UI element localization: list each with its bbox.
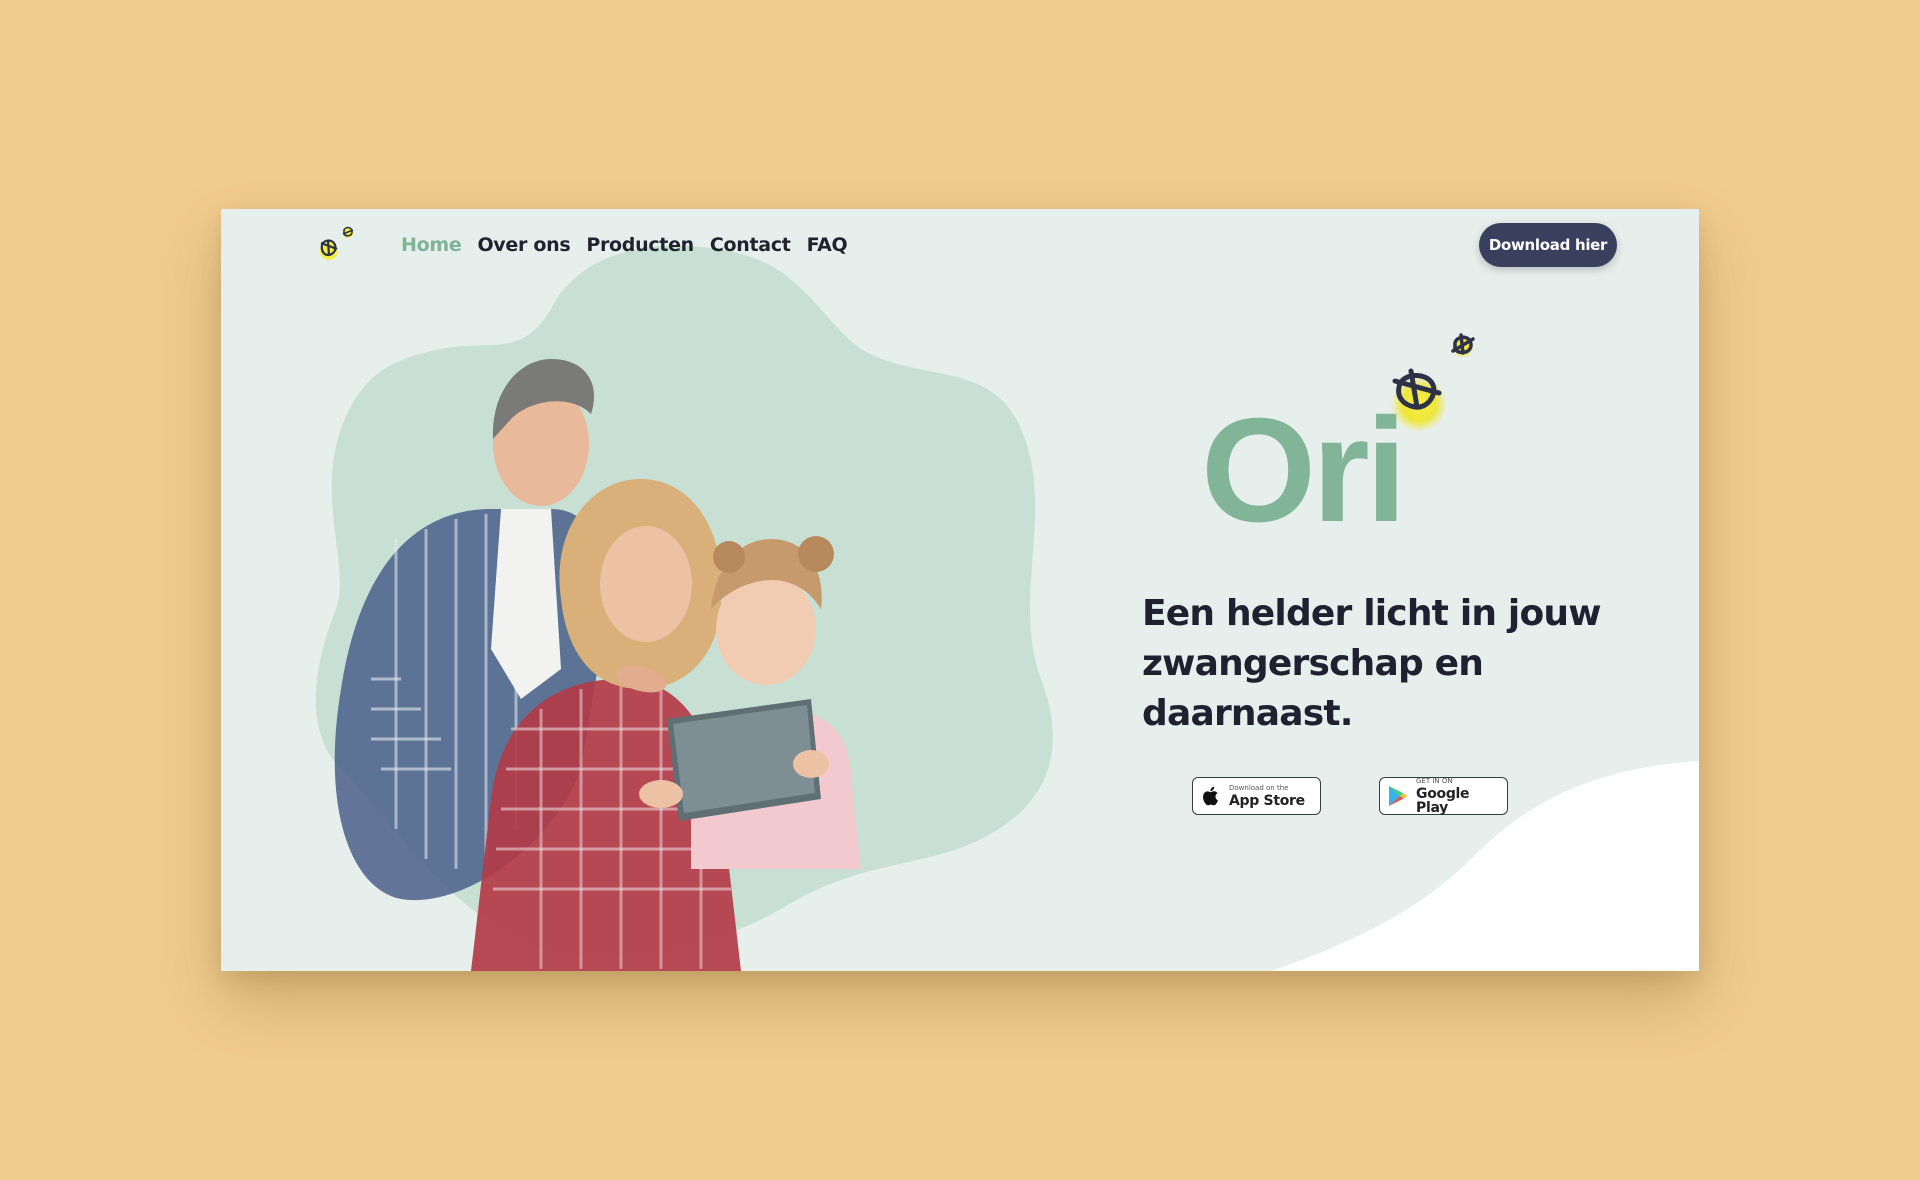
firefly-icon: [1391, 333, 1475, 432]
google-play-big-text: Google Play: [1416, 785, 1470, 816]
nav-link-over-ons[interactable]: Over ons: [477, 234, 570, 256]
top-navigation: Home Over ons Producten Contact FAQ Down…: [221, 209, 1699, 281]
app-store-big-text: App Store: [1229, 792, 1305, 809]
apple-icon: [1203, 786, 1218, 806]
google-play-small-text: GET IN ON: [1416, 776, 1453, 785]
hero-brand: Ori: [1201, 329, 1561, 559]
nav-link-faq[interactable]: FAQ: [807, 234, 848, 256]
google-play-icon: [1389, 786, 1408, 806]
google-play-badge[interactable]: GET IN ON Google Play: [1379, 777, 1508, 815]
nav-link-home[interactable]: Home: [401, 234, 462, 256]
app-store-badge[interactable]: Download on the App Store: [1192, 777, 1321, 815]
ori-logo-icon[interactable]: [315, 221, 359, 267]
nav-link-contact[interactable]: Contact: [710, 234, 791, 256]
website-frame: Home Over ons Producten Contact FAQ Down…: [221, 209, 1699, 971]
nav-links: Home Over ons Producten Contact FAQ: [401, 209, 848, 281]
app-store-small-text: Download on the: [1229, 783, 1289, 792]
nav-link-producten[interactable]: Producten: [586, 234, 694, 256]
download-here-button[interactable]: Download hier: [1479, 223, 1617, 267]
hero-tagline: Een helder licht in jouw zwangerschap en…: [1142, 593, 1601, 734]
brand-wordmark: Ori: [1201, 388, 1407, 553]
